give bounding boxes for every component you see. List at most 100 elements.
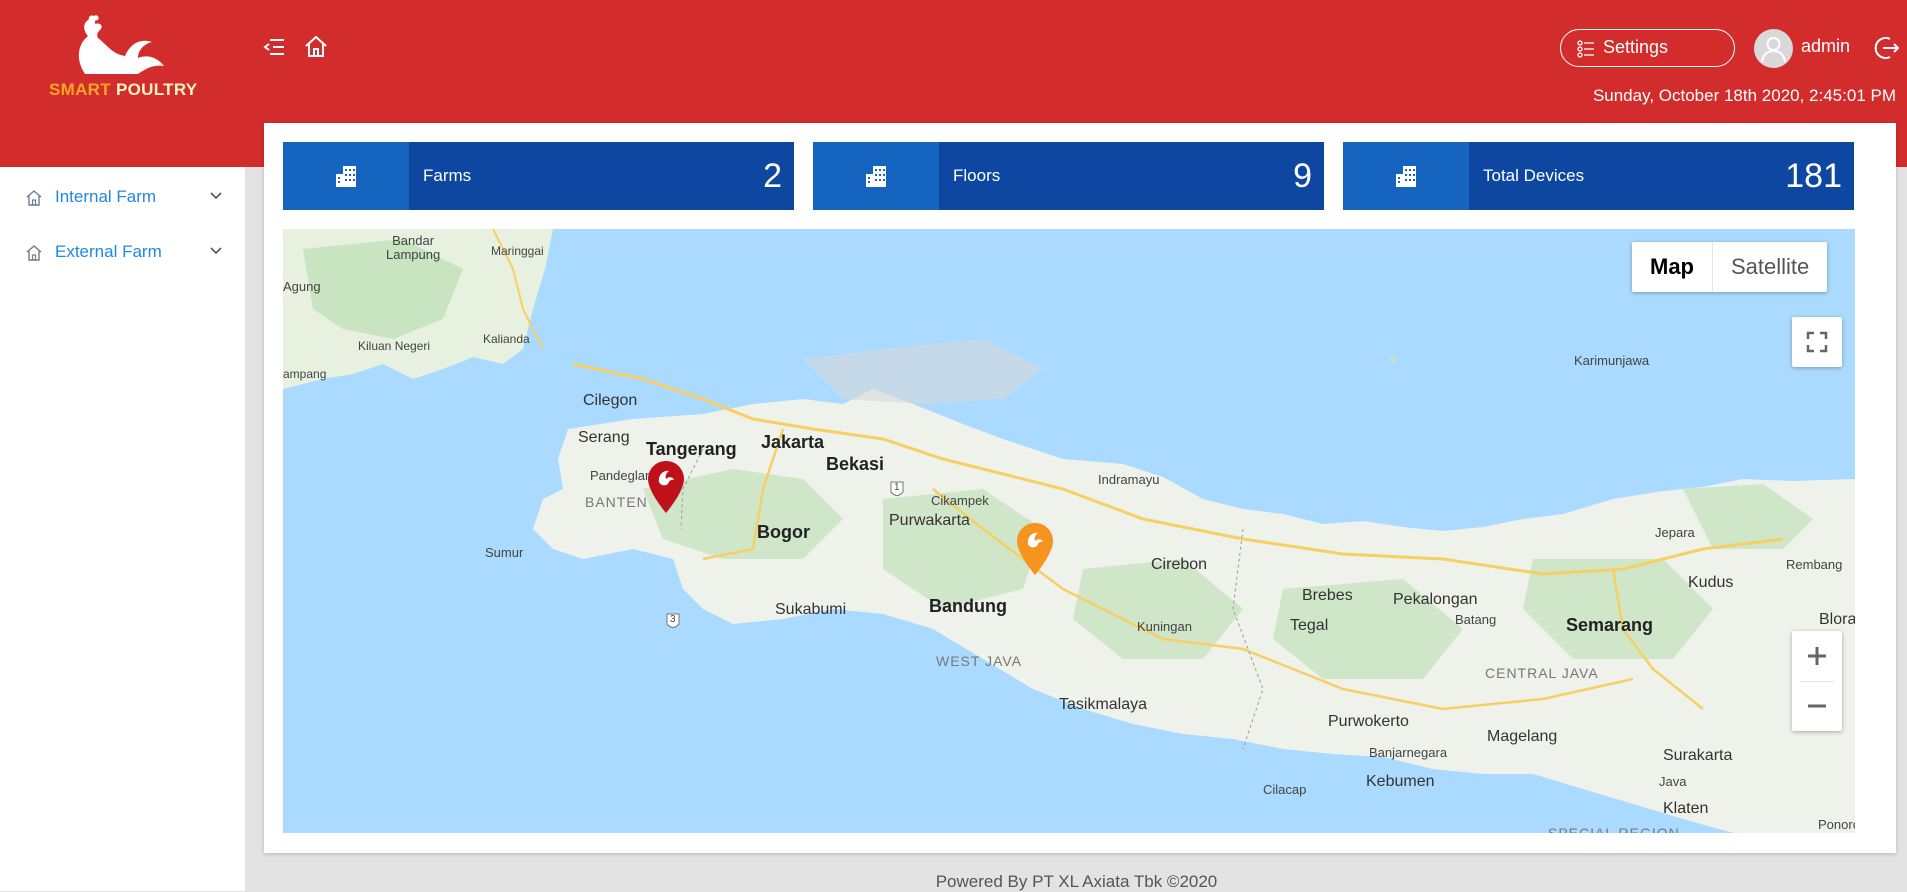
- farm-marker-orange[interactable]: [1016, 522, 1054, 576]
- place-label: Jepara: [1655, 525, 1695, 540]
- place-label: Cikampek: [931, 493, 989, 508]
- place-label: Tasikmalaya: [1059, 696, 1148, 713]
- place-label: Bandung: [929, 596, 1007, 616]
- place-label: Purwakarta: [889, 512, 970, 529]
- settings-label: Settings: [1603, 37, 1669, 57]
- stat-value: 9: [1293, 157, 1312, 195]
- place-label: Brebes: [1302, 587, 1353, 604]
- building-icon: [866, 166, 886, 187]
- logout-icon[interactable]: [1873, 34, 1901, 62]
- place-label: Tegal: [1290, 617, 1329, 634]
- chevron-down-icon: [210, 192, 222, 200]
- stat-card-total-devices[interactable]: Total Devices 181: [1343, 142, 1854, 210]
- sidebar: Internal Farm External Farm: [0, 167, 246, 891]
- zoom-out-icon[interactable]: [1792, 681, 1842, 731]
- farm-marker-red[interactable]: [647, 460, 685, 514]
- map-type-map-button[interactable]: Map: [1632, 242, 1713, 292]
- user-icon: [1761, 37, 1786, 63]
- stat-card-farms[interactable]: Farms 2: [283, 142, 794, 210]
- place-label: Cilegon: [583, 392, 638, 409]
- place-label: Bekasi: [826, 454, 885, 474]
- place-label: Serang: [578, 429, 630, 446]
- brand-name: SMART POULTRY: [49, 80, 197, 100]
- brand-word-poultry: POULTRY: [115, 80, 198, 99]
- map-type-satellite-button[interactable]: Satellite: [1713, 242, 1827, 292]
- road-shield-label: 1: [894, 482, 900, 493]
- place-label: Kuningan: [1137, 619, 1192, 634]
- place-label: Kudus: [1688, 574, 1734, 591]
- stat-icon-box: [813, 142, 939, 210]
- fullscreen-button[interactable]: [1792, 317, 1842, 367]
- urban-area: [803, 339, 1043, 404]
- place-label: Banjarnegara: [1369, 745, 1448, 760]
- place-label: Ponoro: [1818, 817, 1855, 832]
- place-label: BANTEN: [585, 494, 648, 510]
- building-icon: [336, 166, 356, 187]
- place-label: Indramayu: [1098, 472, 1160, 487]
- island: [1390, 356, 1396, 362]
- stat-card-floors[interactable]: Floors 9: [813, 142, 1324, 210]
- place-label: WEST JAVA: [936, 653, 1023, 669]
- place-label: Purwokerto: [1328, 713, 1409, 730]
- stat-icon-box: [1343, 142, 1469, 210]
- username[interactable]: admin: [1801, 36, 1850, 57]
- sidebar-item-external-farm[interactable]: External Farm: [0, 233, 246, 273]
- place-label: Karimunjawa: [1574, 353, 1650, 368]
- place-label: Cirebon: [1151, 556, 1208, 573]
- footer: Powered By PT XL Axiata Tbk ©2020: [246, 864, 1907, 891]
- place-label: Klaten: [1663, 800, 1709, 817]
- map-base: [283, 229, 1855, 833]
- fullscreen-icon: [1806, 331, 1828, 353]
- home-icon[interactable]: [303, 34, 329, 60]
- stat-label: Total Devices: [1483, 166, 1585, 185]
- place-label: Rembang: [1786, 557, 1843, 572]
- place-label: Sukabumi: [775, 601, 847, 618]
- place-label: Kalianda: [483, 332, 530, 346]
- place-label: Pekalongan: [1393, 591, 1478, 608]
- home-icon: [26, 245, 42, 261]
- current-datetime: Sunday, October 18th 2020, 2:45:01 PM: [1592, 86, 1896, 105]
- home-icon: [26, 190, 42, 206]
- chevron-down-icon: [210, 247, 222, 255]
- sidebar-item-label: Internal Farm: [55, 187, 157, 206]
- place-label: Magelang: [1487, 728, 1558, 745]
- map-type-toggle: Map Satellite: [1632, 242, 1828, 292]
- place-label: Cilacap: [1263, 782, 1307, 797]
- place-label: Semarang: [1566, 615, 1654, 635]
- zoom-in-icon[interactable]: [1792, 631, 1842, 681]
- stat-value: 181: [1785, 157, 1842, 195]
- stat-value: 2: [763, 157, 782, 195]
- footer-text: Powered By PT XL Axiata Tbk ©2020: [935, 872, 1218, 891]
- stat-label: Farms: [423, 166, 472, 185]
- place-label: Sumur: [485, 545, 524, 560]
- place-label: CENTRAL JAVA: [1485, 665, 1599, 681]
- building-icon: [1396, 166, 1416, 187]
- place-label: Maringgai: [491, 244, 544, 258]
- place-label: Kiluan Negeri: [358, 339, 431, 353]
- place-label: Bogor: [757, 522, 810, 542]
- place-label: Surakarta: [1663, 747, 1733, 764]
- place-label: Java: [1659, 774, 1687, 789]
- sidebar-item-internal-farm[interactable]: Internal Farm: [0, 178, 246, 218]
- stat-label: Floors: [953, 166, 1001, 185]
- brand-word-smart: SMART: [49, 80, 111, 99]
- sidebar-item-label: External Farm: [55, 242, 162, 261]
- place-label: Tangerang: [646, 439, 737, 459]
- zoom-control: [1792, 631, 1842, 731]
- place-label: SPECIAL REGION: [1548, 825, 1680, 833]
- settings-list-icon: [1577, 40, 1594, 58]
- place-label: Kebumen: [1366, 773, 1435, 790]
- place-label: Batang: [1455, 612, 1497, 627]
- farm-map[interactable]: Bandar Lampung Maringgai Agung Kalianda …: [283, 229, 1855, 833]
- road-shield-label: 3: [670, 614, 676, 625]
- place-label: Bandar Lampung: [386, 233, 441, 262]
- stat-icon-box: [283, 142, 409, 210]
- avatar[interactable]: [1754, 29, 1793, 68]
- menu-toggle-icon[interactable]: [262, 34, 288, 60]
- place-label: ampang: [283, 367, 327, 381]
- place-label: Agung: [283, 279, 321, 294]
- place-label: Blora: [1819, 611, 1855, 628]
- rooster-icon: [78, 15, 164, 74]
- settings-button[interactable]: Settings: [1560, 29, 1735, 67]
- place-label: Jakarta: [761, 432, 825, 452]
